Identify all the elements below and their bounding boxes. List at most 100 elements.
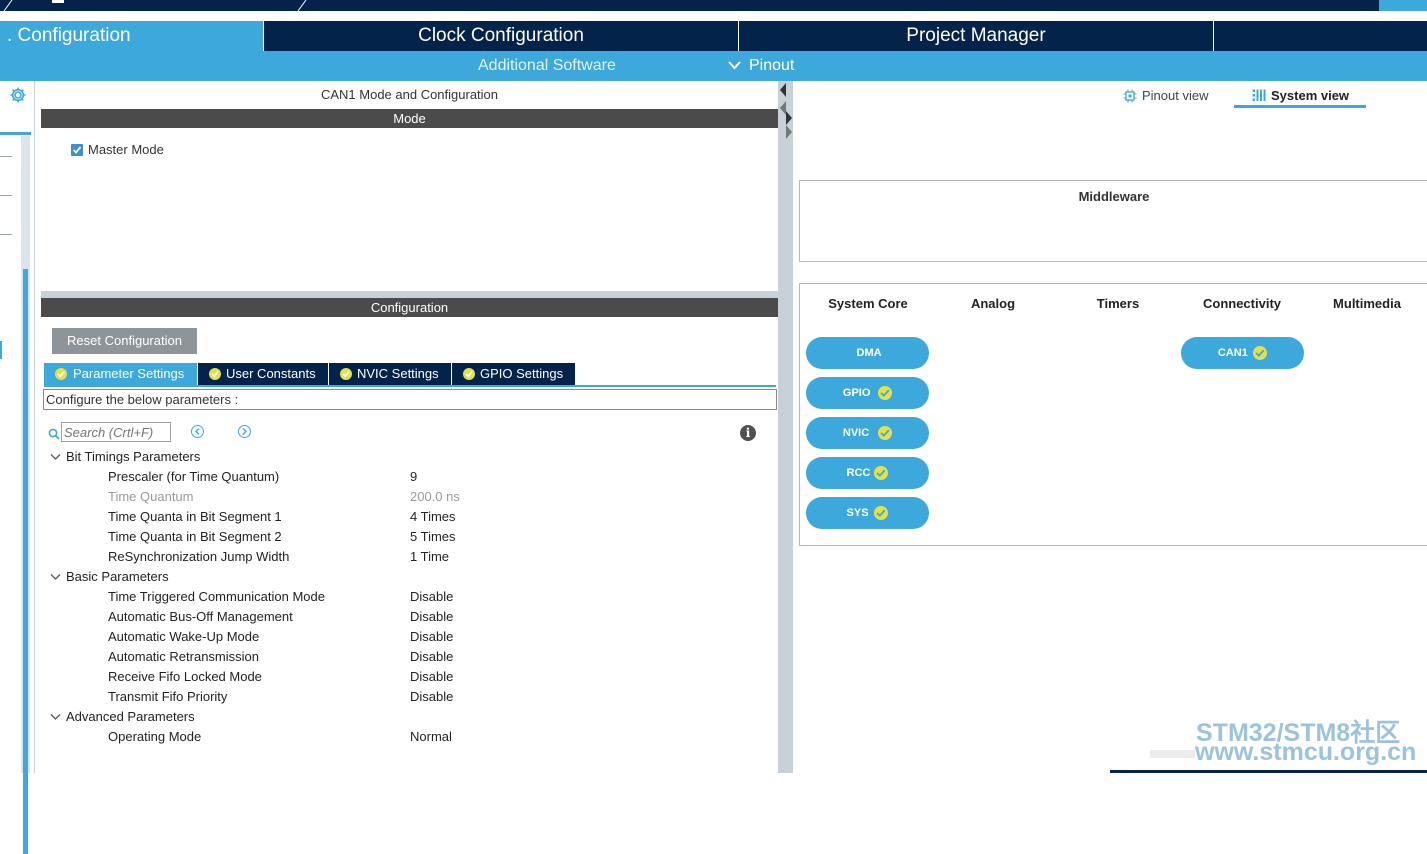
watermark-line-2: www.stmcu.org.cn [1195, 738, 1417, 766]
window-control[interactable] [1379, 0, 1427, 11]
parameter-group-label: Bit Timings Parameters [66, 449, 201, 464]
parameter-group-label: Basic Parameters [66, 569, 169, 584]
parameter-row[interactable]: Transmit Fifo Priority Disable [108, 687, 758, 707]
category-timers: Timers [1096, 296, 1140, 311]
tab-underline [1234, 105, 1366, 108]
peripheral-sys-button[interactable]: SYS [806, 497, 929, 529]
parameter-value[interactable]: Disable [410, 627, 453, 647]
tab-project-manager[interactable]: Project Manager [739, 21, 1214, 51]
check-circle-icon [1253, 346, 1268, 360]
parameter-value[interactable]: Disable [410, 687, 453, 707]
category-sidebar [0, 81, 35, 854]
tab-label: System view [1271, 88, 1350, 103]
breadcrumb-separator-icon [297, 0, 307, 11]
parameter-row[interactable]: Prescaler (for Time Quantum) 9 [108, 467, 758, 487]
sidebar-selection-marker [0, 341, 2, 359]
chevron-down-icon [728, 51, 741, 81]
sidebar-divider [0, 132, 31, 135]
gear-icon[interactable] [9, 86, 27, 104]
parameter-row[interactable]: Time Triggered Communication Mode Disable [108, 587, 758, 607]
parameter-value[interactable]: Disable [410, 587, 453, 607]
parameter-row[interactable]: Time Quantum 200.0 ns [108, 487, 758, 507]
check-circle-icon [874, 466, 889, 480]
parameter-name: Receive Fifo Locked Mode [108, 669, 262, 684]
expand-right-icon[interactable] [786, 125, 793, 139]
peripheral-nvic-button[interactable]: NVIC [806, 417, 929, 449]
tab-clock-configuration[interactable]: Clock Configuration [264, 21, 739, 51]
search-input[interactable] [61, 422, 171, 442]
parameter-row[interactable]: Time Quanta in Bit Segment 1 4 Times [108, 507, 758, 527]
parameter-name: Prescaler (for Time Quantum) [108, 469, 280, 484]
parameter-name: ReSynchronization Jump Width [108, 549, 290, 564]
breadcrumb-fragment [52, 0, 64, 3]
parameter-value[interactable]: 9 [410, 467, 417, 487]
main-tab-bar: . Configuration Clock Configuration Proj… [0, 21, 1427, 51]
configuration-panel: Configuration Reset Configuration Parame… [41, 298, 778, 773]
parameter-value[interactable]: 5 Times [410, 527, 456, 547]
tab-underline [44, 385, 776, 387]
info-icon[interactable]: i [740, 425, 756, 441]
tab-tools[interactable] [1214, 21, 1427, 51]
peripheral-gpio-button[interactable]: GPIO [806, 377, 929, 409]
parameter-value[interactable]: Normal [410, 727, 452, 747]
sidebar-scrollbar-thumb[interactable] [23, 269, 28, 854]
parameter-row[interactable]: Automatic Wake-Up Mode Disable [108, 627, 758, 647]
parameter-value[interactable]: 1 Time [410, 547, 449, 567]
parameter-name: Automatic Wake-Up Mode [108, 629, 260, 644]
category-system-core: System Core [828, 296, 908, 311]
parameter-value[interactable]: Disable [410, 647, 453, 667]
collapse-left-icon[interactable] [779, 83, 787, 97]
list-icon [1252, 89, 1266, 101]
parameter-name: Time Quanta in Bit Segment 1 [108, 509, 282, 524]
parameter-value[interactable]: 4 Times [410, 507, 456, 527]
previous-result-icon[interactable] [191, 425, 204, 438]
next-result-icon[interactable] [238, 425, 251, 438]
parameter-name: Time Quanta in Bit Segment 2 [108, 529, 282, 544]
master-mode-checkbox[interactable] [71, 144, 83, 156]
tab-nvic-settings[interactable]: NVIC Settings [329, 363, 451, 385]
peripheral-dma-button[interactable]: DMA [806, 337, 929, 369]
sidebar-divider [0, 195, 12, 196]
tab-label: GPIO Settings [480, 366, 564, 381]
tab-user-constants[interactable]: User Constants [198, 363, 328, 385]
parameter-row[interactable]: Automatic Retransmission Disable [108, 647, 758, 667]
breadcrumb-separator-icon [3, 0, 13, 11]
parameter-value[interactable]: Disable [410, 667, 453, 687]
parameter-value[interactable]: Disable [410, 607, 453, 627]
pinout-menu-label: Pinout [749, 57, 795, 75]
parameter-row[interactable]: Time Quanta in Bit Segment 2 5 Times [108, 527, 758, 547]
category-multimedia: Multimedia [1333, 296, 1401, 311]
parameter-name: Time Triggered Communication Mode [108, 589, 325, 604]
panel-splitter-horizontal[interactable] [41, 291, 778, 298]
expand-right-icon[interactable] [786, 111, 793, 125]
tab-pinout-configuration[interactable]: . Configuration [0, 21, 264, 51]
category-connectivity: Connectivity [1202, 296, 1281, 311]
search-icon [48, 427, 60, 445]
tab-label: Parameter Settings [73, 366, 185, 381]
parameter-value[interactable]: 200.0 ns [410, 487, 460, 507]
panel-splitter-vertical[interactable] [778, 81, 793, 773]
parameter-row[interactable]: Receive Fifo Locked Mode Disable [108, 667, 758, 687]
parameter-row[interactable]: ReSynchronization Jump Width 1 Time [108, 547, 758, 567]
reset-configuration-button[interactable]: Reset Configuration [52, 328, 197, 354]
configuration-description: Configure the below parameters : [43, 389, 777, 410]
tab-gpio-settings[interactable]: GPIO Settings [452, 363, 575, 385]
pinout-menu[interactable]: Pinout [728, 51, 794, 81]
middleware-heading: Middleware [1078, 189, 1150, 204]
watermark-fade [1150, 750, 1195, 758]
chip-icon [1123, 89, 1137, 103]
peripheral-rcc-button[interactable]: RCC [806, 457, 929, 489]
middleware-section: Middleware [799, 180, 1427, 262]
parameter-row[interactable]: Automatic Bus-Off Management Disable [108, 607, 758, 627]
peripheral-label: SYS [846, 507, 869, 519]
parameter-name: Operating Mode [108, 729, 202, 744]
check-circle-icon [878, 386, 893, 400]
parameter-row[interactable]: Operating Mode Normal [108, 727, 758, 747]
tab-parameter-settings[interactable]: Parameter Settings [44, 363, 197, 385]
parameter-name: Transmit Fifo Priority [108, 689, 228, 704]
check-circle-icon [209, 368, 221, 380]
peripheral-can1-button[interactable]: CAN1 [1181, 337, 1304, 369]
additional-software-menu[interactable]: Additional Software [478, 51, 616, 81]
parameter-name: Automatic Retransmission [108, 649, 259, 664]
sidebar-divider [0, 234, 12, 235]
